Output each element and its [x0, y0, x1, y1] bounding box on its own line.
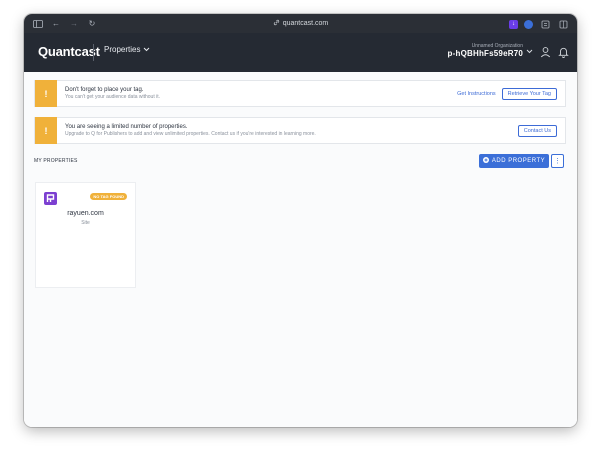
profile-extension-icon[interactable]	[524, 19, 533, 29]
contact-us-button[interactable]: Contact Us	[517, 124, 557, 137]
get-instructions-link[interactable]: Get Instructions	[457, 91, 496, 97]
main-content: ! Don't forget to place your tag. You ca…	[24, 72, 577, 427]
property-name[interactable]: rayuen.com	[36, 210, 135, 217]
my-properties-label: MY PROPERTIES	[34, 158, 78, 164]
share-icon[interactable]	[539, 18, 551, 30]
organization-switcher[interactable]: Unnamed Organization p-hQBHhFs59eR70	[448, 43, 523, 58]
more-options-kebab-icon[interactable]: ⋮	[551, 154, 564, 168]
property-card[interactable]: NO TAG FOUND rayuen.com Site	[35, 182, 136, 288]
limited-properties-banner: ! You are seeing a limited number of pro…	[34, 117, 566, 144]
tag-warning-banner: ! Don't forget to place your tag. You ca…	[34, 80, 566, 107]
warning-icon: !	[35, 80, 57, 107]
user-account-icon[interactable]	[540, 45, 551, 58]
banner-subtitle: You can't get your audience data without…	[65, 94, 161, 100]
property-site-icon	[44, 192, 57, 205]
properties-menu[interactable]: Properties	[104, 45, 150, 54]
banner-text: Don't forget to place your tag. You can'…	[65, 87, 457, 100]
quantcast-logo[interactable]: Quantcast	[38, 44, 100, 59]
organization-id: p-hQBHhFs59eR70	[447, 49, 523, 58]
browser-toolbar: ← → ↻ quantcast.com ↓	[24, 14, 577, 33]
no-tag-found-badge: NO TAG FOUND	[90, 193, 127, 200]
address-bar[interactable]: quantcast.com	[24, 14, 577, 33]
plus-circle-icon	[482, 157, 489, 165]
add-property-label: ADD PROPERTY	[491, 158, 546, 164]
extension-icon[interactable]: ↓	[509, 19, 518, 29]
browser-extensions: ↓	[509, 18, 569, 30]
app-header: Quantcast Properties Unnamed Organizatio…	[24, 33, 577, 72]
header-divider	[93, 44, 94, 61]
banner-title: Don't forget to place your tag.	[65, 87, 144, 93]
notifications-bell-icon[interactable]	[558, 45, 569, 58]
banner-text: You are seeing a limited number of prope…	[65, 124, 518, 137]
warning-icon: !	[35, 117, 57, 144]
add-property-button[interactable]: ADD PROPERTY	[479, 154, 549, 168]
banner-title: You are seeing a limited number of prope…	[65, 124, 188, 130]
properties-menu-label: Properties	[104, 45, 141, 54]
address-bar-url: quantcast.com	[282, 20, 329, 27]
tabs-overview-icon[interactable]	[557, 18, 569, 30]
organization-chevron-icon[interactable]	[526, 47, 533, 56]
property-type: Site	[81, 220, 90, 226]
chevron-down-icon	[143, 45, 150, 54]
link-icon	[273, 19, 280, 28]
retrieve-tag-button[interactable]: Retrieve Your Tag	[501, 87, 557, 100]
browser-window: ← → ↻ quantcast.com ↓ Quantcast Properti…	[24, 14, 577, 427]
banner-subtitle: Upgrade to Q for Publishers to add and v…	[65, 131, 316, 137]
